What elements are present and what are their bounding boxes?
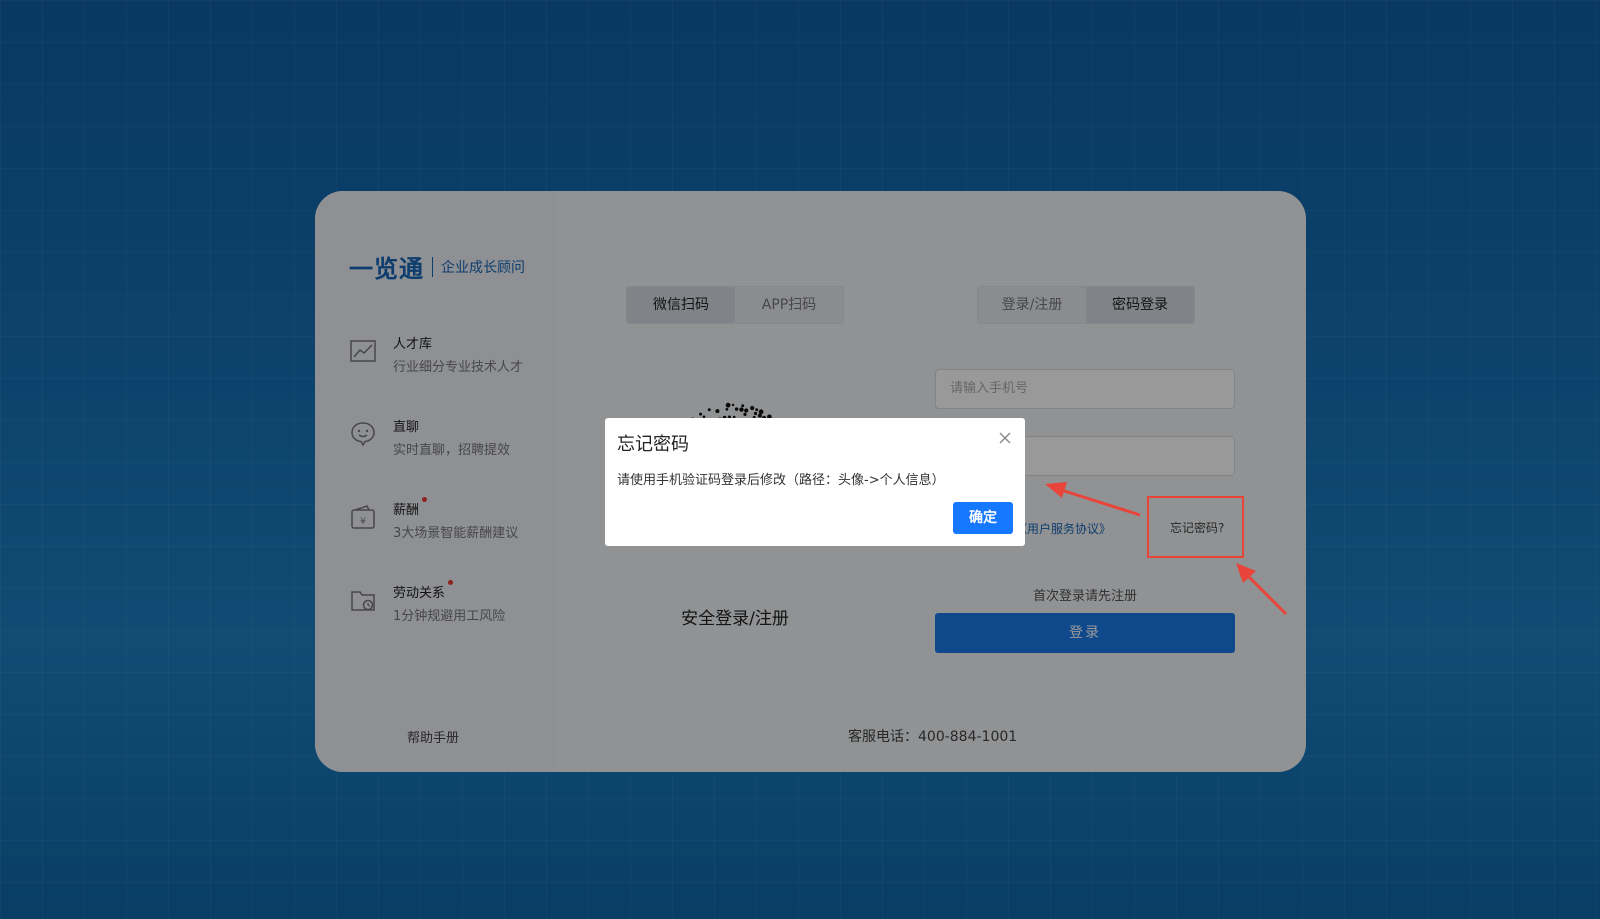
annotation-arrow-up bbox=[1242, 570, 1288, 616]
confirm-button[interactable]: 确定 bbox=[953, 502, 1013, 534]
annotation-arrow-left bbox=[1054, 486, 1141, 517]
dialog-title: 忘记密码 bbox=[617, 434, 689, 455]
dialog-message: 请使用手机验证码登录后修改（路径：头像->个人信息） bbox=[617, 473, 945, 488]
forgot-password-dialog: 忘记密码 请使用手机验证码登录后修改（路径：头像->个人信息） 确定 bbox=[605, 418, 1025, 546]
close-icon[interactable] bbox=[997, 430, 1013, 446]
annotation-arrowhead-left bbox=[1045, 482, 1067, 498]
